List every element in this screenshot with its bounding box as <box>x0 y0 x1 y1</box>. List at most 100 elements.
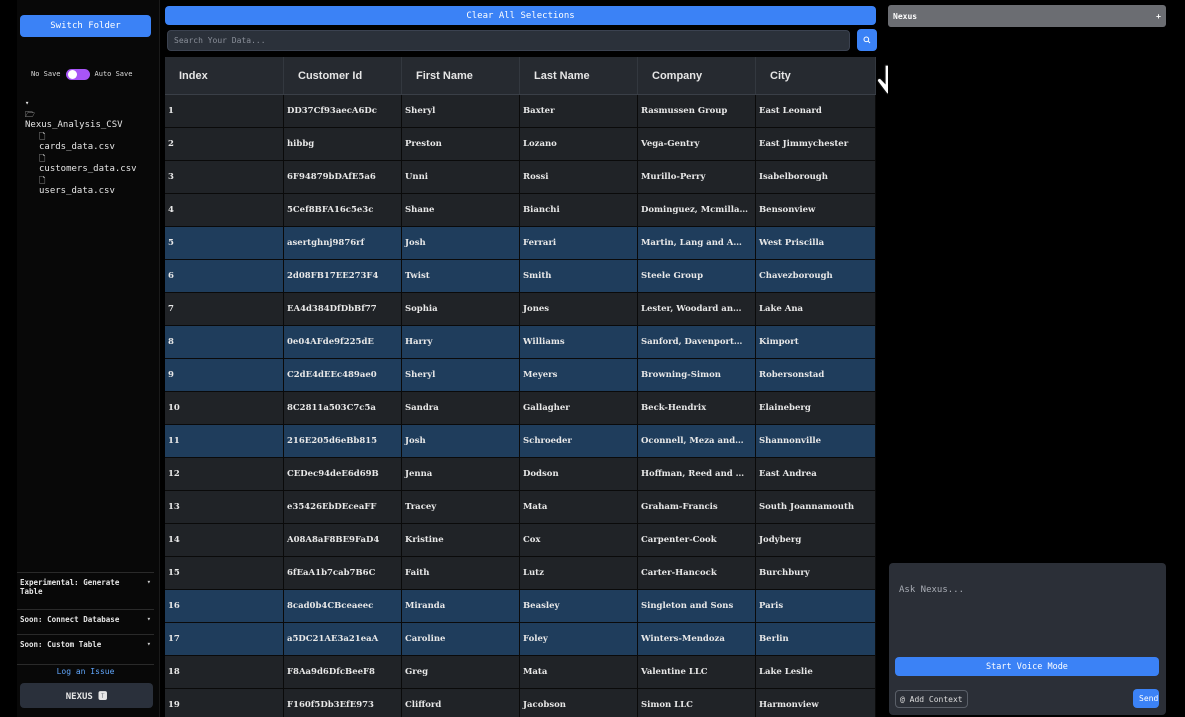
cell-last-name: Smith <box>520 260 638 292</box>
column-header-last-name[interactable]: Last Name <box>520 57 638 94</box>
cell-company: Murillo-Perry <box>638 161 756 193</box>
cell-index: 12 <box>165 458 284 490</box>
log-issue-text: Log an Issue <box>56 667 115 676</box>
cell-first-name: Unni <box>402 161 520 193</box>
option-custom-table[interactable]: Soon: Custom Table ▾ <box>17 634 154 654</box>
table-row[interactable]: 2 hibbg Preston Lozano Vega-Gentry East Jimmy… <box>165 128 876 161</box>
ask-nexus-input[interactable] <box>897 583 1156 637</box>
table-row[interactable]: 18 F8Aa9d6DfcBeeF8 Greg Mata Valentine LLC La… <box>165 656 876 689</box>
column-header-company[interactable]: Company <box>638 57 756 94</box>
cell-customer-id: C2dE4dEEc489ae0 <box>284 359 402 391</box>
start-voice-mode-button[interactable]: Start Voice Mode <box>895 657 1159 676</box>
column-header-index[interactable]: Index <box>165 57 284 94</box>
cell-company: Carter-Hancock <box>638 557 756 589</box>
cell-last-name: Jones <box>520 293 638 325</box>
file-name: cards_data.csv <box>39 142 115 152</box>
cell-city: East Leonard <box>756 95 876 127</box>
nexus-button[interactable]: NEXUS 🆃 <box>20 683 153 708</box>
table-body: 1 DD37Cf93aecA6Dc Sheryl Baxter Rasmussen Gr… <box>165 95 876 717</box>
cell-index: 6 <box>165 260 284 292</box>
cell-first-name: Josh <box>402 227 520 259</box>
cell-last-name: Lozano <box>520 128 638 160</box>
cell-first-name: Tracey <box>402 491 520 523</box>
table-row[interactable]: 1 DD37Cf93aecA6Dc Sheryl Baxter Rasmussen Gr… <box>165 95 876 128</box>
nexus-header: Nexus + <box>888 5 1166 27</box>
cell-customer-id: hibbg <box>284 128 402 160</box>
cell-last-name: Ferrari <box>520 227 638 259</box>
cell-index: 4 <box>165 194 284 226</box>
cell-index: 19 <box>165 689 284 717</box>
add-context-button[interactable]: @ Add Context <box>895 690 968 708</box>
cell-customer-id: asertghnj9876rf <box>284 227 402 259</box>
no-save-label: No Save <box>31 70 61 78</box>
table-row[interactable]: 10 8C2811a503C7c5a Sandra Gallagher Beck-Hen… <box>165 392 876 425</box>
cell-last-name: Mata <box>520 656 638 688</box>
column-header-customer-id[interactable]: Customer Id <box>284 57 402 94</box>
auto-save-toggle[interactable] <box>65 68 90 80</box>
table-row[interactable]: 9 C2dE4dEEc489ae0 Sheryl Meyers Browning-Sim… <box>165 359 876 392</box>
cell-customer-id: 2d08FB17EE273F4 <box>284 260 402 292</box>
table-row[interactable]: 3 6F94879bDAfE5a6 Unni Rossi Murillo-Perry Is… <box>165 161 876 194</box>
cell-first-name: Preston <box>402 128 520 160</box>
table-row[interactable]: 15 6fEaA1b7cab7B6C Faith Lutz Carter-Hancock… <box>165 557 876 590</box>
table-row[interactable]: 11 216E205d6eBb815 Josh Schroeder Oconnell, … <box>165 425 876 458</box>
search-button[interactable] <box>857 29 877 51</box>
cell-index: 14 <box>165 524 284 556</box>
cell-city: Elaineberg <box>756 392 876 424</box>
cell-first-name: Caroline <box>402 623 520 655</box>
cell-first-name: Shane <box>402 194 520 226</box>
option-generate-table[interactable]: Experimental: Generate Table ▾ <box>17 572 154 601</box>
table-row[interactable]: 12 CEDec94deE6d69B Jenna Dodson Hoffman, Ree… <box>165 458 876 491</box>
cell-customer-id: CEDec94deE6d69B <box>284 458 402 490</box>
chevron-down-icon[interactable]: ▾ <box>25 98 137 109</box>
table-row[interactable]: 14 A08A8aF8BE9FaD4 Kristine Cox Carpenter-Co… <box>165 524 876 557</box>
cell-company: Oconnell, Meza and… <box>638 425 756 457</box>
search-icon <box>863 36 871 44</box>
option-connect-database[interactable]: Soon: Connect Database ▾ <box>17 609 154 629</box>
table-row[interactable]: 17 a5DC21AE3a21eaA Caroline Foley Winters-Me… <box>165 623 876 656</box>
switch-folder-button[interactable]: Switch Folder <box>20 15 151 37</box>
file-item-users[interactable]: 🗋 users_data.csv <box>25 175 137 197</box>
column-header-city[interactable]: City <box>756 57 876 94</box>
log-issue-link[interactable]: Log an Issue <box>17 664 154 676</box>
cell-index: 13 <box>165 491 284 523</box>
table-row[interactable]: 13 e35426EbDEceaFF Tracey Mata Graham-Franci… <box>165 491 876 524</box>
cell-first-name: Sheryl <box>402 359 520 391</box>
table-row[interactable]: 8 0e04AFde9f225dE Harry Williams Sanford, Da… <box>165 326 876 359</box>
cell-company: Steele Group <box>638 260 756 292</box>
column-header-first-name[interactable]: First Name <box>402 57 520 94</box>
cell-index: 5 <box>165 227 284 259</box>
cell-customer-id: F160f5Db3EfE973 <box>284 689 402 717</box>
send-button[interactable]: Send <box>1133 689 1159 708</box>
table-row[interactable]: 6 2d08FB17EE273F4 Twist Smith Steele Group Ch… <box>165 260 876 293</box>
cell-city: Chavezborough <box>756 260 876 292</box>
option-label: Experimental: Generate Table <box>20 578 120 596</box>
cell-last-name: Jacobson <box>520 689 638 717</box>
cell-first-name: Jenna <box>402 458 520 490</box>
file-item-customers[interactable]: 🗋 customers_data.csv <box>25 153 137 175</box>
table-row[interactable]: 5 asertghnj9876rf Josh Ferrari Martin, Lang … <box>165 227 876 260</box>
folder-item[interactable]: 🗁 Nexus_Analysis_CSV <box>25 109 137 131</box>
cell-company: Vega-Gentry <box>638 128 756 160</box>
cell-customer-id: 6F94879bDAfE5a6 <box>284 161 402 193</box>
table-row[interactable]: 4 5Cef8BFA16c5e3c Shane Bianchi Dominguez, M… <box>165 194 876 227</box>
cell-last-name: Rossi <box>520 161 638 193</box>
table-row[interactable]: 19 F160f5Db3EfE973 Clifford Jacobson Simon L… <box>165 689 876 717</box>
plus-icon[interactable]: + <box>1156 12 1161 21</box>
cell-city: West Priscilla <box>756 227 876 259</box>
cell-city: Lake Ana <box>756 293 876 325</box>
cell-last-name: Williams <box>520 326 638 358</box>
file-icon: 🗋 <box>39 154 46 163</box>
table-row[interactable]: 7 EA4d384DfDbBf77 Sophia Jones Lester, Wooda… <box>165 293 876 326</box>
cell-customer-id: 8cad0b4CBceaeec <box>284 590 402 622</box>
cell-company: Sanford, Davenport… <box>638 326 756 358</box>
cell-last-name: Bianchi <box>520 194 638 226</box>
cell-first-name: Faith <box>402 557 520 589</box>
table-row[interactable]: 16 8cad0b4CBceaeec Miranda Beasley Singleton… <box>165 590 876 623</box>
cell-last-name: Foley <box>520 623 638 655</box>
cell-first-name: Kristine <box>402 524 520 556</box>
file-item-cards[interactable]: 🗋 cards_data.csv <box>25 131 137 153</box>
clear-selections-button[interactable]: Clear All Selections <box>165 6 876 25</box>
search-input[interactable] <box>167 30 850 51</box>
cell-last-name: Lutz <box>520 557 638 589</box>
